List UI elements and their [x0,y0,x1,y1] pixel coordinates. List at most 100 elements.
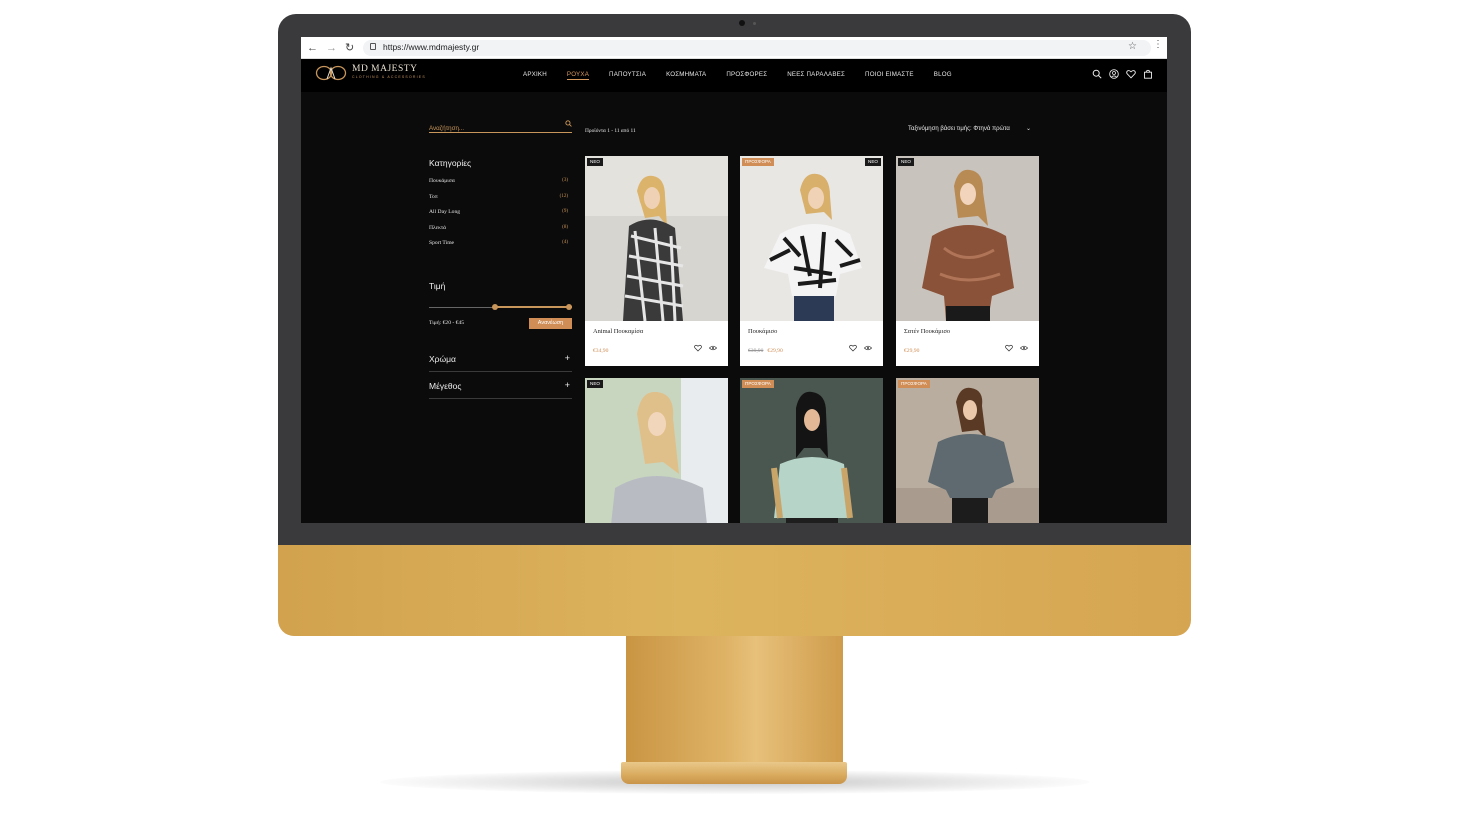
nav-item-about[interactable]: ΠΟΙΟΙ ΕΙΜΑΣΤΕ [865,71,914,80]
offer-badge: ΠΡΟΣΦΟΡΑ [742,158,774,166]
category-item[interactable]: Πουκάμισα (3) [429,178,572,194]
stand-foot [621,762,847,784]
product-price: €34,90 [593,348,608,354]
wishlist-heart-icon[interactable] [849,344,857,352]
heart-icon[interactable] [1126,69,1136,79]
category-item[interactable]: Πλεκτά (8) [429,225,572,241]
lock-icon [370,43,376,50]
search-icon[interactable] [565,120,572,127]
slider-min-handle[interactable] [491,303,498,310]
quick-view-eye-icon[interactable] [864,345,872,351]
price-heading: Τιμή [429,280,446,291]
slider-range-fill [494,305,572,308]
color-accordion[interactable]: Χρώμα + [429,345,572,372]
product-card[interactable]: ΝΕΟ [585,378,728,523]
product-image[interactable] [740,378,883,523]
product-price: €39,90 €29,90 [748,348,783,354]
imac-mockup: ← → ↻ https://www.mdmajesty.gr ☆ ⋮ MD MA… [0,0,1469,818]
star-icon[interactable]: ☆ [1128,41,1137,52]
filter-sidebar: Κατηγορίες Πουκάμισα (3) Τοπ (12) All Da… [429,117,572,399]
plus-icon[interactable]: + [565,353,570,363]
plus-icon[interactable]: + [565,380,570,390]
sort-select[interactable]: Ταξινόμηση βάσει τιμής: Φτηνά πρώτα [908,126,1010,132]
nav-item-home[interactable]: ΑΡΧΙΚΗ [523,71,547,80]
address-bar[interactable]: https://www.mdmajesty.gr ☆ [363,40,1151,56]
slider-max-handle[interactable] [566,303,572,310]
product-name[interactable]: Σατέν Πουκάμισο [904,328,950,335]
nav-item-new-arrivals[interactable]: ΝΕΕΣ ΠΑΡΑΛΑΒΕΣ [787,71,845,80]
category-count: (4) [562,240,568,246]
logo-mark-icon[interactable] [315,65,347,81]
category-label: Τοπ [429,193,438,200]
screen: ← → ↻ https://www.mdmajesty.gr ☆ ⋮ MD MA… [301,37,1167,523]
chevron-down-icon[interactable]: ⌄ [1026,125,1031,132]
product-image[interactable] [896,156,1039,321]
offer-badge: ΠΡΟΣΦΟΡΑ [898,380,930,388]
size-accordion-label: Μέγεθος [429,380,462,391]
reload-icon[interactable]: ↻ [345,41,354,55]
search-input[interactable] [429,125,549,132]
refresh-button[interactable]: Ανανέωση [529,317,572,329]
logo-tagline: CLOTHING & ACCESSORIES [352,75,426,79]
monitor-chin [278,545,1191,636]
results-count: Προϊόντα 1 - 11 από 11 [585,128,636,134]
product-price-value: €34,90 [593,348,609,354]
nav-item-blog[interactable]: BLOG [934,71,952,80]
new-badge: ΝΕΟ [587,158,603,166]
wishlist-heart-icon[interactable] [1005,344,1013,352]
size-accordion[interactable]: Μέγεθος + [429,372,572,399]
product-price-value: €29,90 [904,348,920,354]
product-card[interactable]: ΝΕΟ Σατέν Πουκάμισο €29,90 [896,156,1039,366]
bag-icon[interactable] [1143,69,1153,79]
nav-item-shoes[interactable]: ΠΑΠΟΥΤΣΙΑ [609,71,646,80]
product-card[interactable]: ΠΡΟΣΦΟΡΑ [896,378,1039,523]
offer-badge: ΠΡΟΣΦΟΡΑ [742,380,774,388]
product-card[interactable]: ΠΡΟΣΦΟΡΑ [740,378,883,523]
new-badge: ΝΕΟ [898,158,914,166]
category-label: All Day Long [429,209,461,216]
new-badge: ΝΕΟ [865,158,881,166]
site-header: MD MAJESTY CLOTHING & ACCESSORIES ΑΡΧΙΚΗ… [301,59,1167,92]
logo-text[interactable]: MD MAJESTY [352,64,417,74]
price-slider[interactable] [429,303,572,313]
kebab-menu-icon[interactable]: ⋮ [1153,40,1163,50]
nav-item-clothing[interactable]: ΡΟΥΧΑ [566,71,590,80]
category-count: (12) [559,193,568,199]
product-image[interactable] [896,378,1039,523]
quick-view-eye-icon[interactable] [1020,345,1028,351]
header-icons [1092,69,1153,79]
category-item[interactable]: Sport Time (4) [429,240,572,256]
color-accordion-label: Χρώμα [429,353,456,364]
nav-item-offers[interactable]: ΠΡΟΣΦΟΡΕΣ [726,71,767,80]
category-list: Πουκάμισα (3) Τοπ (12) All Day Long (9) … [429,178,572,256]
quick-view-eye-icon[interactable] [709,345,717,351]
product-image[interactable] [740,156,883,321]
category-count: (8) [562,224,568,230]
main-nav: ΑΡΧΙΚΗ ΡΟΥΧΑ ΠΑΠΟΥΤΣΙΑ ΚΟΣΜΗΜΑΤΑ ΠΡΟΣΦΟΡ… [523,71,972,80]
product-price-value: €29,90 [767,348,783,354]
monitor-stand [626,636,843,766]
wishlist-heart-icon[interactable] [694,344,702,352]
browser-toolbar: ← → ↻ https://www.mdmajesty.gr ☆ ⋮ [301,37,1167,59]
product-image[interactable] [585,378,728,523]
category-item[interactable]: All Day Long (9) [429,209,572,225]
camera-indicator [753,22,756,25]
category-label: Sport Time [429,240,455,247]
search-icon[interactable] [1092,69,1102,79]
back-arrow-icon[interactable]: ← [307,41,318,55]
search-row [429,117,572,133]
product-card[interactable]: ΝΕΟ Animal Πουκαμίσα €34,90 [585,156,728,366]
forward-arrow-icon[interactable]: → [326,41,337,55]
category-count: (9) [562,209,568,215]
product-name[interactable]: Animal Πουκαμίσα [593,328,643,335]
product-image[interactable] [585,156,728,321]
category-label: Πλεκτά [429,224,447,231]
new-badge: ΝΕΟ [587,380,603,388]
product-price: €29,90 [904,348,919,354]
nav-item-jewelry[interactable]: ΚΟΣΜΗΜΑΤΑ [666,71,706,80]
camera-icon [739,20,745,26]
product-name[interactable]: Πουκάμισο [748,328,777,335]
category-item[interactable]: Τοπ (12) [429,194,572,210]
user-icon[interactable] [1109,69,1119,79]
product-card[interactable]: ΠΡΟΣΦΟΡΑ ΝΕΟ Πουκάμισο €39,90 €29,90 [740,156,883,366]
